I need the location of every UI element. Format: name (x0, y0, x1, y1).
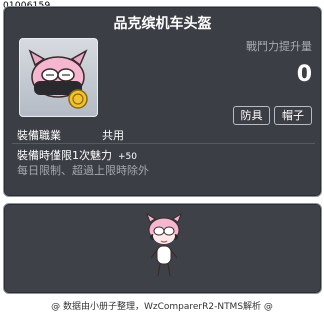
item-icon-frame (19, 38, 98, 117)
combat-power-label: 戰鬥力提升量 (246, 40, 312, 53)
combat-power-value: 0 (296, 62, 312, 87)
pink-bean-helmet-icon (28, 49, 88, 109)
footer-credit: @ 数据由小册子整理，WzComparerR2-NTMS解析 @ (51, 302, 273, 312)
job-label: 裝備職業 (17, 129, 61, 142)
category-badge-armor: 防具 (233, 106, 270, 125)
preview-panel (3, 203, 322, 294)
divider (12, 143, 315, 144)
effect-line: 裝備時僅限1次魅力 +50 (17, 147, 137, 163)
character-avatar-icon (146, 212, 182, 277)
item-tooltip-panel: 品克缤机车头盔 戰鬥力提升量 0 防具 帽子 裝備職業 共用 裝備時僅限1次魅力… (3, 6, 322, 197)
limit-note: 每日限制、超過上限時除外 (17, 164, 149, 177)
job-value: 共用 (102, 129, 124, 142)
category-badge-hat: 帽子 (274, 106, 312, 125)
effect-stat: +50 (118, 152, 137, 162)
item-title: 品克缤机车头盔 (113, 16, 212, 32)
effect-text: 裝備時僅限1次魅力 (17, 149, 112, 162)
